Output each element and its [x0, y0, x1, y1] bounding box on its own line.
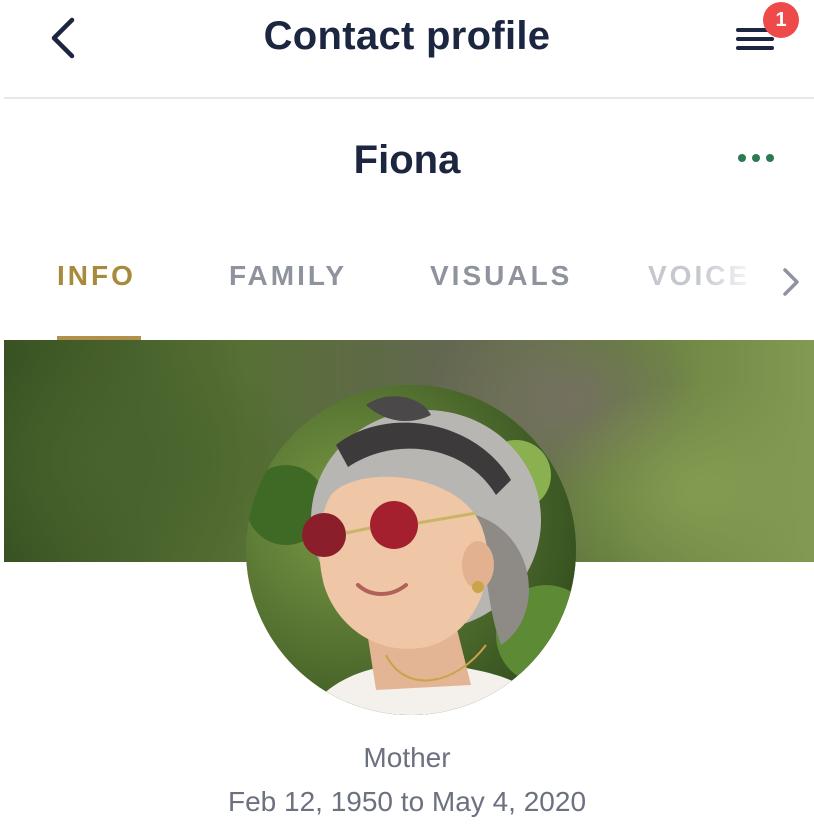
chevron-right-icon — [783, 268, 799, 296]
dot — [738, 154, 746, 162]
dot — [766, 154, 774, 162]
tabs-fade-overlay — [700, 250, 770, 320]
top-bar: Contact profile 1 — [0, 0, 814, 98]
dot — [752, 154, 760, 162]
profile-tabs: INFO FAMILY VISUALS VOICE — [0, 250, 814, 340]
hamburger-menu-line — [736, 37, 774, 41]
contact-life-dates: Feb 12, 1950 to May 4, 2020 — [227, 786, 587, 817]
tab-info[interactable]: INFO — [57, 260, 136, 292]
avatar[interactable] — [246, 385, 576, 715]
more-options-button[interactable] — [734, 144, 778, 172]
tabs-scroll-right-button[interactable] — [776, 262, 806, 302]
header-divider — [4, 97, 814, 99]
tab-visuals[interactable]: VISUALS — [430, 260, 572, 292]
contact-name: Fiona — [353, 138, 461, 182]
tab-family[interactable]: FAMILY — [229, 260, 347, 292]
notification-badge[interactable]: 1 — [763, 2, 799, 38]
hamburger-menu-line — [736, 46, 774, 50]
profile-photo — [246, 385, 576, 715]
page-title: Contact profile — [263, 14, 551, 58]
contact-relation: Mother — [363, 742, 451, 773]
